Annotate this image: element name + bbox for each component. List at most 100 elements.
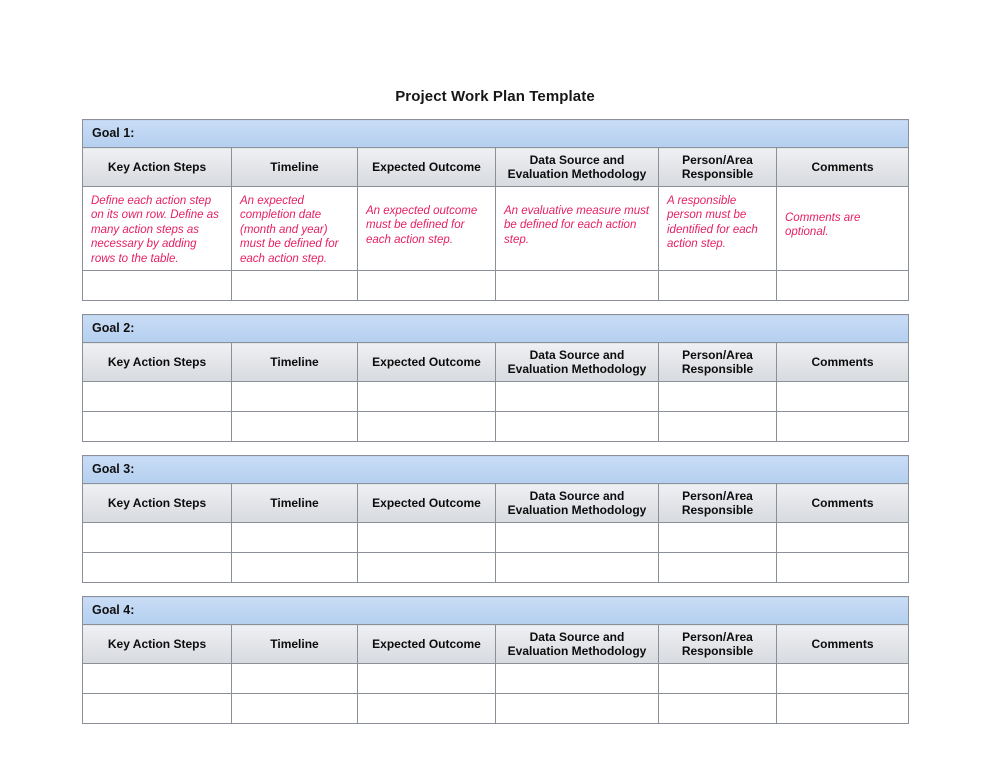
cell-comments[interactable]	[775, 270, 910, 302]
section-spacer	[82, 441, 909, 456]
cell-expected-outcome[interactable]	[357, 381, 496, 413]
column-header-label-line2: Responsible	[681, 644, 754, 659]
empty-cell	[232, 412, 357, 441]
empty-cell	[232, 553, 357, 582]
goal-banner-cell-2[interactable]: Goal 2:	[81, 314, 910, 344]
instruction-text: Define each action step on its own row. …	[91, 195, 219, 265]
empty-cell	[83, 412, 231, 441]
cell-expected-outcome[interactable]	[357, 522, 496, 554]
cell-comments[interactable]	[775, 411, 910, 443]
column-header-label: Timeline	[270, 496, 319, 511]
cell-person-area[interactable]	[658, 270, 777, 302]
goal-banner-cell-1[interactable]: Goal 1:	[81, 119, 910, 148]
column-header-label: Key Action Steps	[107, 160, 207, 174]
cell-person-area[interactable]	[658, 522, 777, 554]
cell-comments[interactable]	[775, 552, 910, 584]
empty-cell	[496, 382, 658, 411]
goal-banner-row-4: Goal 4:	[81, 596, 910, 626]
cell-data-source[interactable]: An evaluative measure must be defined fo…	[495, 185, 659, 272]
cell-expected-outcome[interactable]	[357, 411, 496, 443]
column-header-label-line1: Person/Area	[682, 348, 753, 363]
empty-cell	[659, 271, 776, 300]
column-header-label: Timeline	[270, 355, 319, 370]
column-header-label-line2: Responsible	[681, 167, 754, 181]
cell-data-source[interactable]	[495, 270, 659, 302]
empty-cell	[358, 412, 495, 441]
cell-data-source[interactable]	[495, 693, 659, 725]
empty-cell	[777, 271, 908, 300]
empty-cell	[496, 271, 658, 300]
cell-person-area[interactable]	[658, 381, 777, 413]
cell-comments[interactable]	[775, 381, 910, 413]
instruction-text: An expected outcome must be defined for …	[366, 205, 478, 246]
column-header-data-source-3: Data Source and Evaluation Methodology	[495, 483, 659, 524]
cell-key-action-steps[interactable]	[82, 552, 232, 584]
table-row	[82, 552, 910, 584]
column-header-label: Comments	[811, 637, 874, 652]
cell-timeline[interactable]	[231, 411, 358, 443]
cell-timeline[interactable]	[231, 270, 358, 302]
cell-data-source[interactable]	[495, 663, 659, 695]
column-header-label-line1: Data Source and	[529, 489, 625, 504]
cell-key-action-steps[interactable]	[82, 522, 232, 554]
cell-comments[interactable]	[775, 663, 910, 695]
cell-timeline[interactable]	[231, 522, 358, 554]
empty-cell	[496, 553, 658, 582]
column-header-label-line1: Person/Area	[682, 153, 753, 167]
cell-timeline[interactable]	[231, 381, 358, 413]
cell-timeline[interactable]	[231, 552, 358, 584]
cell-timeline[interactable]	[231, 663, 358, 695]
spacer-cell	[82, 441, 909, 456]
column-header-label-line2: Evaluation Methodology	[507, 644, 647, 659]
cell-comments[interactable]	[775, 522, 910, 554]
column-header-expected-outcome-3: Expected Outcome	[357, 483, 496, 524]
column-header-label: Expected Outcome	[372, 637, 481, 652]
cell-key-action-steps[interactable]	[82, 270, 232, 302]
cell-comments[interactable]	[775, 693, 910, 725]
cell-expected-outcome[interactable]	[357, 270, 496, 302]
column-header-label: Expected Outcome	[372, 355, 481, 370]
table-row	[82, 270, 910, 302]
goal-banner-cell-3[interactable]: Goal 3:	[81, 455, 910, 485]
document-page: Project Work Plan Template Goal 1: Key A…	[0, 0, 990, 765]
cell-data-source[interactable]	[495, 411, 659, 443]
cell-key-action-steps[interactable]	[82, 381, 232, 413]
empty-cell	[358, 664, 495, 693]
empty-cell	[659, 523, 776, 552]
page-title: Project Work Plan Template	[395, 88, 595, 105]
cell-data-source[interactable]	[495, 381, 659, 413]
empty-cell	[659, 694, 776, 723]
column-header-label-line1: Data Source and	[529, 348, 625, 363]
empty-cell	[659, 412, 776, 441]
section-spacer	[82, 582, 909, 597]
cell-person-area[interactable]	[658, 552, 777, 584]
cell-data-source[interactable]	[495, 522, 659, 554]
empty-cell	[659, 553, 776, 582]
cell-person-area[interactable]	[658, 411, 777, 443]
cell-person-area[interactable]: A responsible person must be identified …	[658, 185, 777, 272]
empty-cell	[83, 664, 231, 693]
column-header-data-source-1: Data Source and Evaluation Methodology	[495, 147, 659, 187]
cell-key-action-steps[interactable]	[82, 663, 232, 695]
cell-person-area[interactable]	[658, 663, 777, 695]
column-header-comments-4: Comments	[775, 624, 910, 665]
cell-expected-outcome[interactable]	[357, 552, 496, 584]
cell-key-action-steps[interactable]: Define each action step on its own row. …	[82, 185, 232, 272]
cell-data-source[interactable]	[495, 552, 659, 584]
cell-timeline[interactable]	[231, 693, 358, 725]
cell-expected-outcome[interactable]: An expected outcome must be defined for …	[357, 185, 496, 272]
cell-key-action-steps[interactable]	[82, 411, 232, 443]
cell-timeline[interactable]: An expected completion date (month and y…	[231, 185, 358, 272]
cell-expected-outcome[interactable]	[357, 663, 496, 695]
table-row	[82, 693, 910, 725]
column-header-label: Comments	[811, 496, 874, 511]
cell-person-area[interactable]	[658, 693, 777, 725]
empty-cell	[232, 382, 357, 411]
cell-comments[interactable]: Comments are optional.	[775, 185, 910, 272]
cell-expected-outcome[interactable]	[357, 693, 496, 725]
empty-cell	[496, 523, 658, 552]
instruction-text: Comments are optional.	[785, 212, 861, 239]
goal-banner-cell-4[interactable]: Goal 4:	[81, 596, 910, 626]
column-header-comments-2: Comments	[775, 342, 910, 383]
cell-key-action-steps[interactable]	[82, 693, 232, 725]
